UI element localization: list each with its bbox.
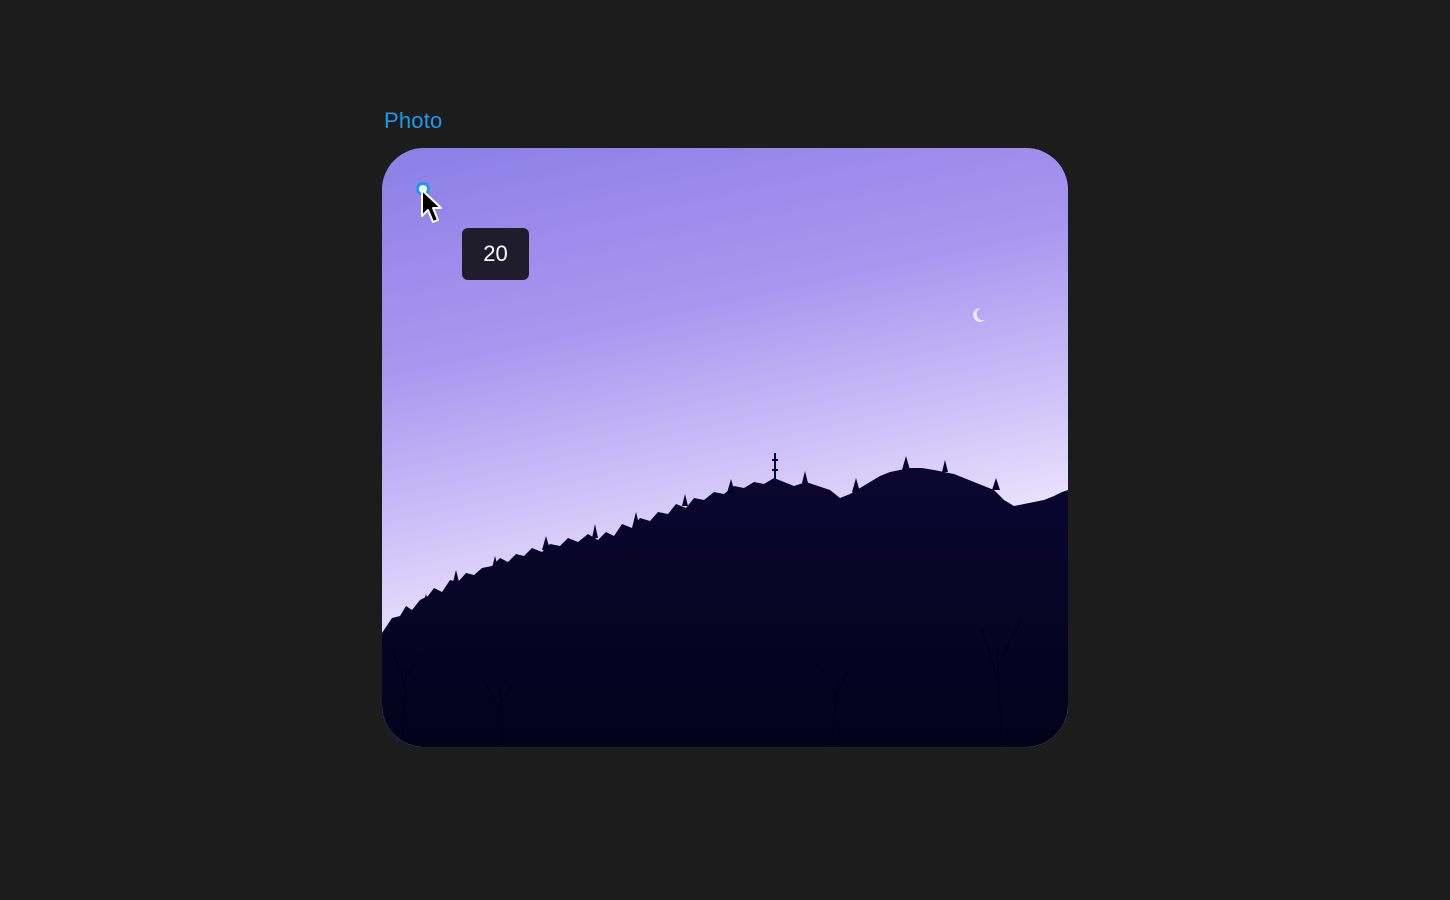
frame-label[interactable]: Photo — [384, 108, 443, 134]
corner-radius-handle-icon[interactable] — [416, 182, 430, 196]
corner-radius-tooltip: 20 — [462, 228, 529, 280]
